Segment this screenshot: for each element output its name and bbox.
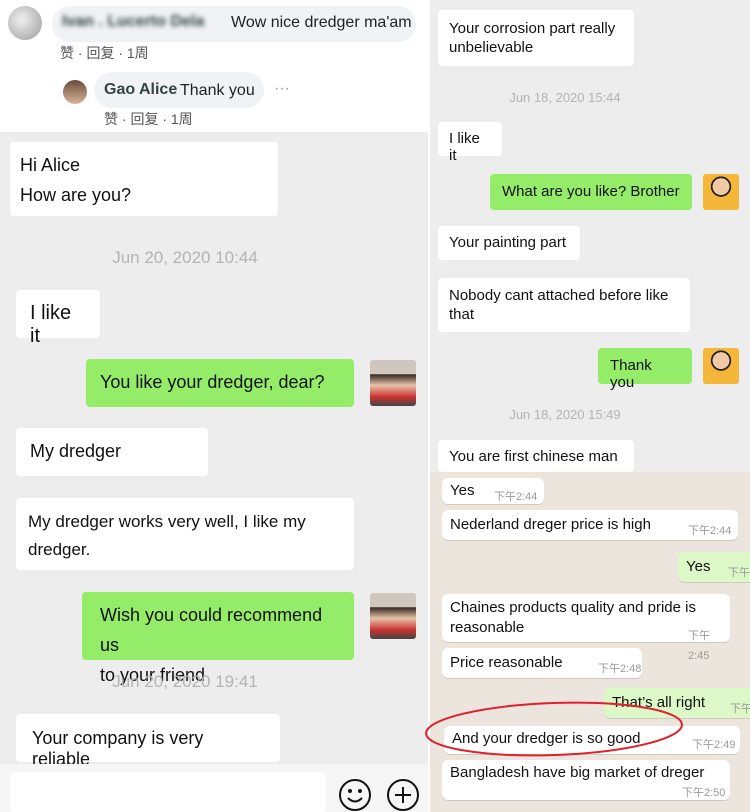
message-text: I like it [449, 130, 480, 164]
message-bubble: Price reasonable 下午2:48 [442, 648, 642, 678]
message-bubble: Yes 下午2:44 [442, 478, 544, 504]
message-bubble: You are first chinese man [438, 440, 634, 472]
reply-text: Thank you [180, 82, 255, 99]
message-text: Nobody cant attached before like [449, 287, 669, 304]
message-bubble: Your company is very reliable [16, 714, 280, 769]
message-text: Price reasonable [450, 654, 563, 671]
message-bubble-sent: Thank you [598, 348, 692, 391]
message-text: Bangladesh have big market of dreger [450, 764, 705, 781]
smiley-icon[interactable] [338, 778, 372, 812]
message-text: My dredger works very well, I like my [28, 512, 306, 531]
message-bubble: Your painting part [438, 226, 580, 260]
more-icon[interactable]: ··· [274, 80, 290, 98]
message-text: that [449, 306, 475, 323]
message-time: 下午2:45 [688, 630, 710, 662]
message-text: What are you like? Brother [502, 183, 680, 200]
reply-actions[interactable]: 赞 · 回复 · 1周 [104, 109, 193, 129]
message-input[interactable] [10, 772, 326, 812]
message-bubble: Hi Alice How are you? [10, 142, 278, 216]
right-whatsapp-panel: Yes 下午2:44 Nederland dreger price is hig… [430, 472, 750, 812]
message-text: Yes [450, 482, 475, 499]
message-text: Nederland dreger price is high [450, 516, 651, 533]
message-time: 下午2:48 [598, 663, 642, 675]
message-text: Your corrosion part really [449, 20, 616, 37]
avatar[interactable] [703, 348, 739, 384]
message-bubble: I like it [438, 122, 502, 164]
avatar[interactable] [370, 360, 416, 406]
timestamp: Jun 20, 2020 19:41 [112, 672, 258, 691]
message-bubble: My dredger works very well, I like my dr… [16, 498, 354, 570]
message-text: Hi Alice [20, 155, 81, 175]
message-text: Chaines products quality and pride is [450, 599, 696, 616]
message-bubble: Chaines products quality and pride is re… [442, 594, 730, 662]
message-time: 下午 [730, 703, 750, 715]
message-text: Your company is very reliable [32, 728, 204, 769]
message-text: How are you? [20, 185, 132, 205]
message-bubble-sent: You like your dredger, dear? [86, 359, 354, 407]
message-bubble: Bangladesh have big market of dreger 下午2… [442, 760, 730, 800]
plus-circle-icon[interactable] [386, 778, 420, 812]
message-text: You like your dredger, dear? [100, 372, 325, 392]
message-text: unbelievable [449, 39, 534, 56]
comment-text: Wow nice dredger ma'am [231, 14, 412, 31]
message-bubble: My dredger [16, 428, 208, 476]
message-bubble: Nederland dreger price is high 下午2:44 [442, 510, 738, 540]
highlight-circle [425, 701, 683, 757]
timestamp: Jun 18, 2020 15:49 [509, 407, 621, 422]
comment-section: Ivan . Lucerto Dela Wow nice dredger ma'… [0, 0, 428, 132]
message-text: You are first chinese man [449, 448, 618, 465]
message-text: Wish you could recommend us [100, 605, 323, 655]
message-time: 下午 [728, 567, 750, 579]
avatar[interactable] [370, 593, 416, 639]
left-panel: Ivan . Lucerto Dela Wow nice dredger ma'… [0, 0, 428, 812]
message-time: 下午2:49 [692, 739, 736, 751]
comment-author[interactable]: Ivan . Lucerto Dela [62, 13, 204, 31]
message-time: 下午2:44 [494, 491, 538, 503]
message-bubble-sent: Yes 下午 [678, 552, 750, 582]
message-bubble-sent: Wish you could recommend us to your frie… [82, 592, 354, 685]
message-bubble: Nobody cant attached before like that [438, 278, 690, 332]
input-bar [0, 764, 428, 812]
avatar[interactable] [703, 174, 739, 210]
message-bubble-sent: What are you like? Brother [490, 174, 692, 210]
message-text: Yes [686, 558, 711, 575]
message-text: Thank you [610, 357, 652, 391]
message-text: dredger. [28, 540, 91, 559]
timestamp: Jun 18, 2020 15:44 [509, 90, 621, 105]
comment-actions[interactable]: 赞 · 回复 · 1周 [60, 43, 149, 63]
message-text: reasonable [450, 619, 525, 636]
message-bubble: Your corrosion part really unbelievable [438, 10, 634, 66]
timestamp: Jun 20, 2020 10:44 [112, 248, 258, 267]
message-bubble: I like it [16, 290, 100, 347]
right-wechat-panel: Your corrosion part really unbelievable … [430, 0, 750, 472]
message-text: I like it [30, 302, 72, 347]
reply-avatar [63, 80, 87, 104]
avatar [8, 6, 42, 40]
reply-author[interactable]: Gao Alice [104, 81, 177, 99]
message-text: Your painting part [449, 234, 567, 251]
message-time: 下午2:50 [682, 787, 726, 799]
message-text: My dredger [30, 441, 122, 461]
message-time: 下午2:44 [688, 525, 732, 537]
